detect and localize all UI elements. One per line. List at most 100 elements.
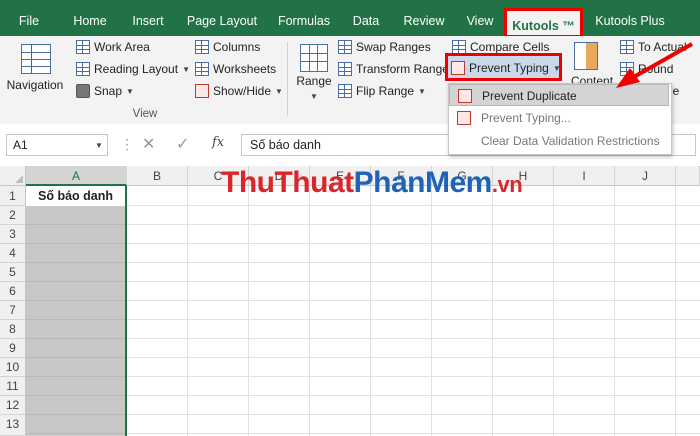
range-label: Range [296, 74, 332, 88]
navigation-label: Navigation [6, 78, 64, 92]
flip-range-icon [338, 84, 352, 98]
tab-home[interactable]: Home [63, 0, 117, 36]
navigation-button[interactable]: Navigation [4, 42, 66, 112]
tab-kutools-plus[interactable]: Kutools Plus [588, 0, 672, 36]
chevron-down-icon: ▼ [310, 92, 318, 101]
show-hide-button[interactable]: Show/Hide ▼ [195, 84, 283, 98]
columns-icon [195, 40, 209, 54]
transform-range-icon [338, 62, 352, 76]
transform-range-button[interactable]: Transform Range [338, 62, 449, 76]
row-header[interactable]: 10 [0, 358, 26, 377]
swap-ranges-label: Swap Ranges [356, 40, 431, 54]
worksheets-label: Worksheets [213, 62, 277, 76]
row-header[interactable]: 6 [0, 282, 26, 301]
compare-cells-label: Compare Cells [470, 40, 550, 54]
reading-layout-icon [76, 62, 90, 76]
prevent-duplicate-icon [458, 89, 472, 103]
range-icon [300, 44, 328, 72]
arrow-shaft [631, 42, 693, 80]
flip-range-button[interactable]: Flip Range ▼ [338, 84, 426, 98]
tab-file[interactable]: File [0, 0, 58, 36]
watermark-part1: ThuThuat [221, 166, 354, 199]
compare-cells-button[interactable]: Compare Cells [452, 40, 549, 54]
swap-ranges-button[interactable]: Swap Ranges [338, 40, 431, 54]
prevent-typing-label: Prevent Typing [469, 61, 549, 75]
row-header[interactable]: 9 [0, 339, 26, 358]
column-header-j[interactable]: J [615, 166, 676, 186]
snap-button[interactable]: Snap ▼ [76, 84, 134, 98]
row-header[interactable]: 5 [0, 263, 26, 282]
select-all-corner[interactable] [0, 166, 26, 186]
column-header-b[interactable]: B [127, 166, 188, 186]
prevent-typing-menu-label: Prevent Typing... [481, 111, 571, 125]
cell-a1[interactable]: Số báo danh [26, 186, 127, 206]
work-area-icon [76, 40, 90, 54]
arrow-head [616, 68, 640, 88]
flip-range-label: Flip Range [356, 84, 415, 98]
cell-area[interactable] [26, 186, 700, 436]
show-hide-icon [195, 84, 209, 98]
chevron-down-icon: ▼ [126, 86, 134, 96]
prevent-typing-icon [451, 61, 465, 75]
tab-data[interactable]: Data [344, 0, 388, 36]
row-header[interactable]: 8 [0, 320, 26, 339]
group-separator [287, 42, 288, 116]
enter-icon[interactable]: ✓ [176, 134, 189, 154]
row-header[interactable]: 11 [0, 377, 26, 396]
clear-data-validation-label: Clear Data Validation Restrictions [481, 134, 660, 148]
row-header[interactable]: 3 [0, 225, 26, 244]
tab-review[interactable]: Review [396, 0, 452, 36]
spreadsheet-grid: A B C D E F G H I J 1 2 3 4 5 6 7 8 9 10… [0, 166, 700, 436]
reading-layout-button[interactable]: Reading Layout ▼ [76, 62, 190, 76]
worksheets-icon [195, 62, 209, 76]
tab-page-layout[interactable]: Page Layout [180, 0, 264, 36]
watermark: ThuThuatPhanMem.vn [221, 166, 523, 200]
watermark-part3: .vn [491, 172, 523, 197]
cancel-icon[interactable]: ✕ [142, 134, 155, 154]
row-header[interactable]: 13 [0, 415, 26, 436]
tab-formulas[interactable]: Formulas [268, 0, 340, 36]
show-hide-label: Show/Hide [213, 84, 272, 98]
insert-function-icon[interactable]: fx [212, 135, 224, 150]
chevron-down-icon: ▼ [182, 64, 190, 74]
prevent-typing-item[interactable]: Prevent Typing... [449, 107, 669, 129]
camera-icon [76, 84, 90, 98]
compare-cells-icon [452, 40, 466, 54]
prevent-typing-button[interactable]: Prevent Typing ▼ [445, 53, 562, 81]
prevent-typing-menu-icon [457, 111, 471, 125]
row-header[interactable]: 2 [0, 206, 26, 225]
snap-label: Snap [94, 84, 123, 98]
row-header[interactable]: 7 [0, 301, 26, 320]
row-header[interactable]: 12 [0, 396, 26, 415]
work-area-label: Work Area [94, 40, 150, 54]
row-header[interactable]: 4 [0, 244, 26, 263]
chevron-down-icon: ▼ [418, 86, 426, 96]
tab-view[interactable]: View [458, 0, 502, 36]
transform-range-label: Transform Range [356, 62, 449, 76]
swap-ranges-icon [338, 40, 352, 54]
dots-icon: ⋮ [120, 136, 134, 152]
range-button[interactable]: Range ▼ [292, 42, 336, 112]
chevron-down-icon: ▼ [275, 86, 283, 96]
chevron-down-icon: ▼ [95, 141, 103, 150]
tab-insert[interactable]: Insert [120, 0, 176, 36]
navigation-icon [21, 44, 51, 74]
red-arrow-annotation [616, 42, 693, 88]
column-a-selection[interactable] [26, 186, 127, 436]
formula-value: Số báo danh [250, 138, 321, 152]
prevent-typing-inner: Prevent Typing ▼ [451, 61, 561, 75]
tab-kutools[interactable]: Kutools ™ [504, 8, 583, 38]
clear-data-validation-item[interactable]: Clear Data Validation Restrictions [449, 130, 669, 152]
column-header-a[interactable]: A [26, 166, 127, 186]
row-header[interactable]: 1 [0, 186, 26, 206]
work-area-button[interactable]: Work Area [76, 40, 150, 54]
column-header-k[interactable] [676, 166, 700, 186]
columns-button[interactable]: Columns [195, 40, 260, 54]
name-box[interactable]: A1 ▼ [6, 134, 108, 156]
reading-layout-label: Reading Layout [94, 62, 179, 76]
triangle-icon [15, 175, 23, 183]
name-box-value: A1 [13, 138, 28, 152]
worksheets-button[interactable]: Worksheets [195, 62, 276, 76]
watermark-part2: PhanMem [353, 166, 493, 199]
column-header-i[interactable]: I [554, 166, 615, 186]
